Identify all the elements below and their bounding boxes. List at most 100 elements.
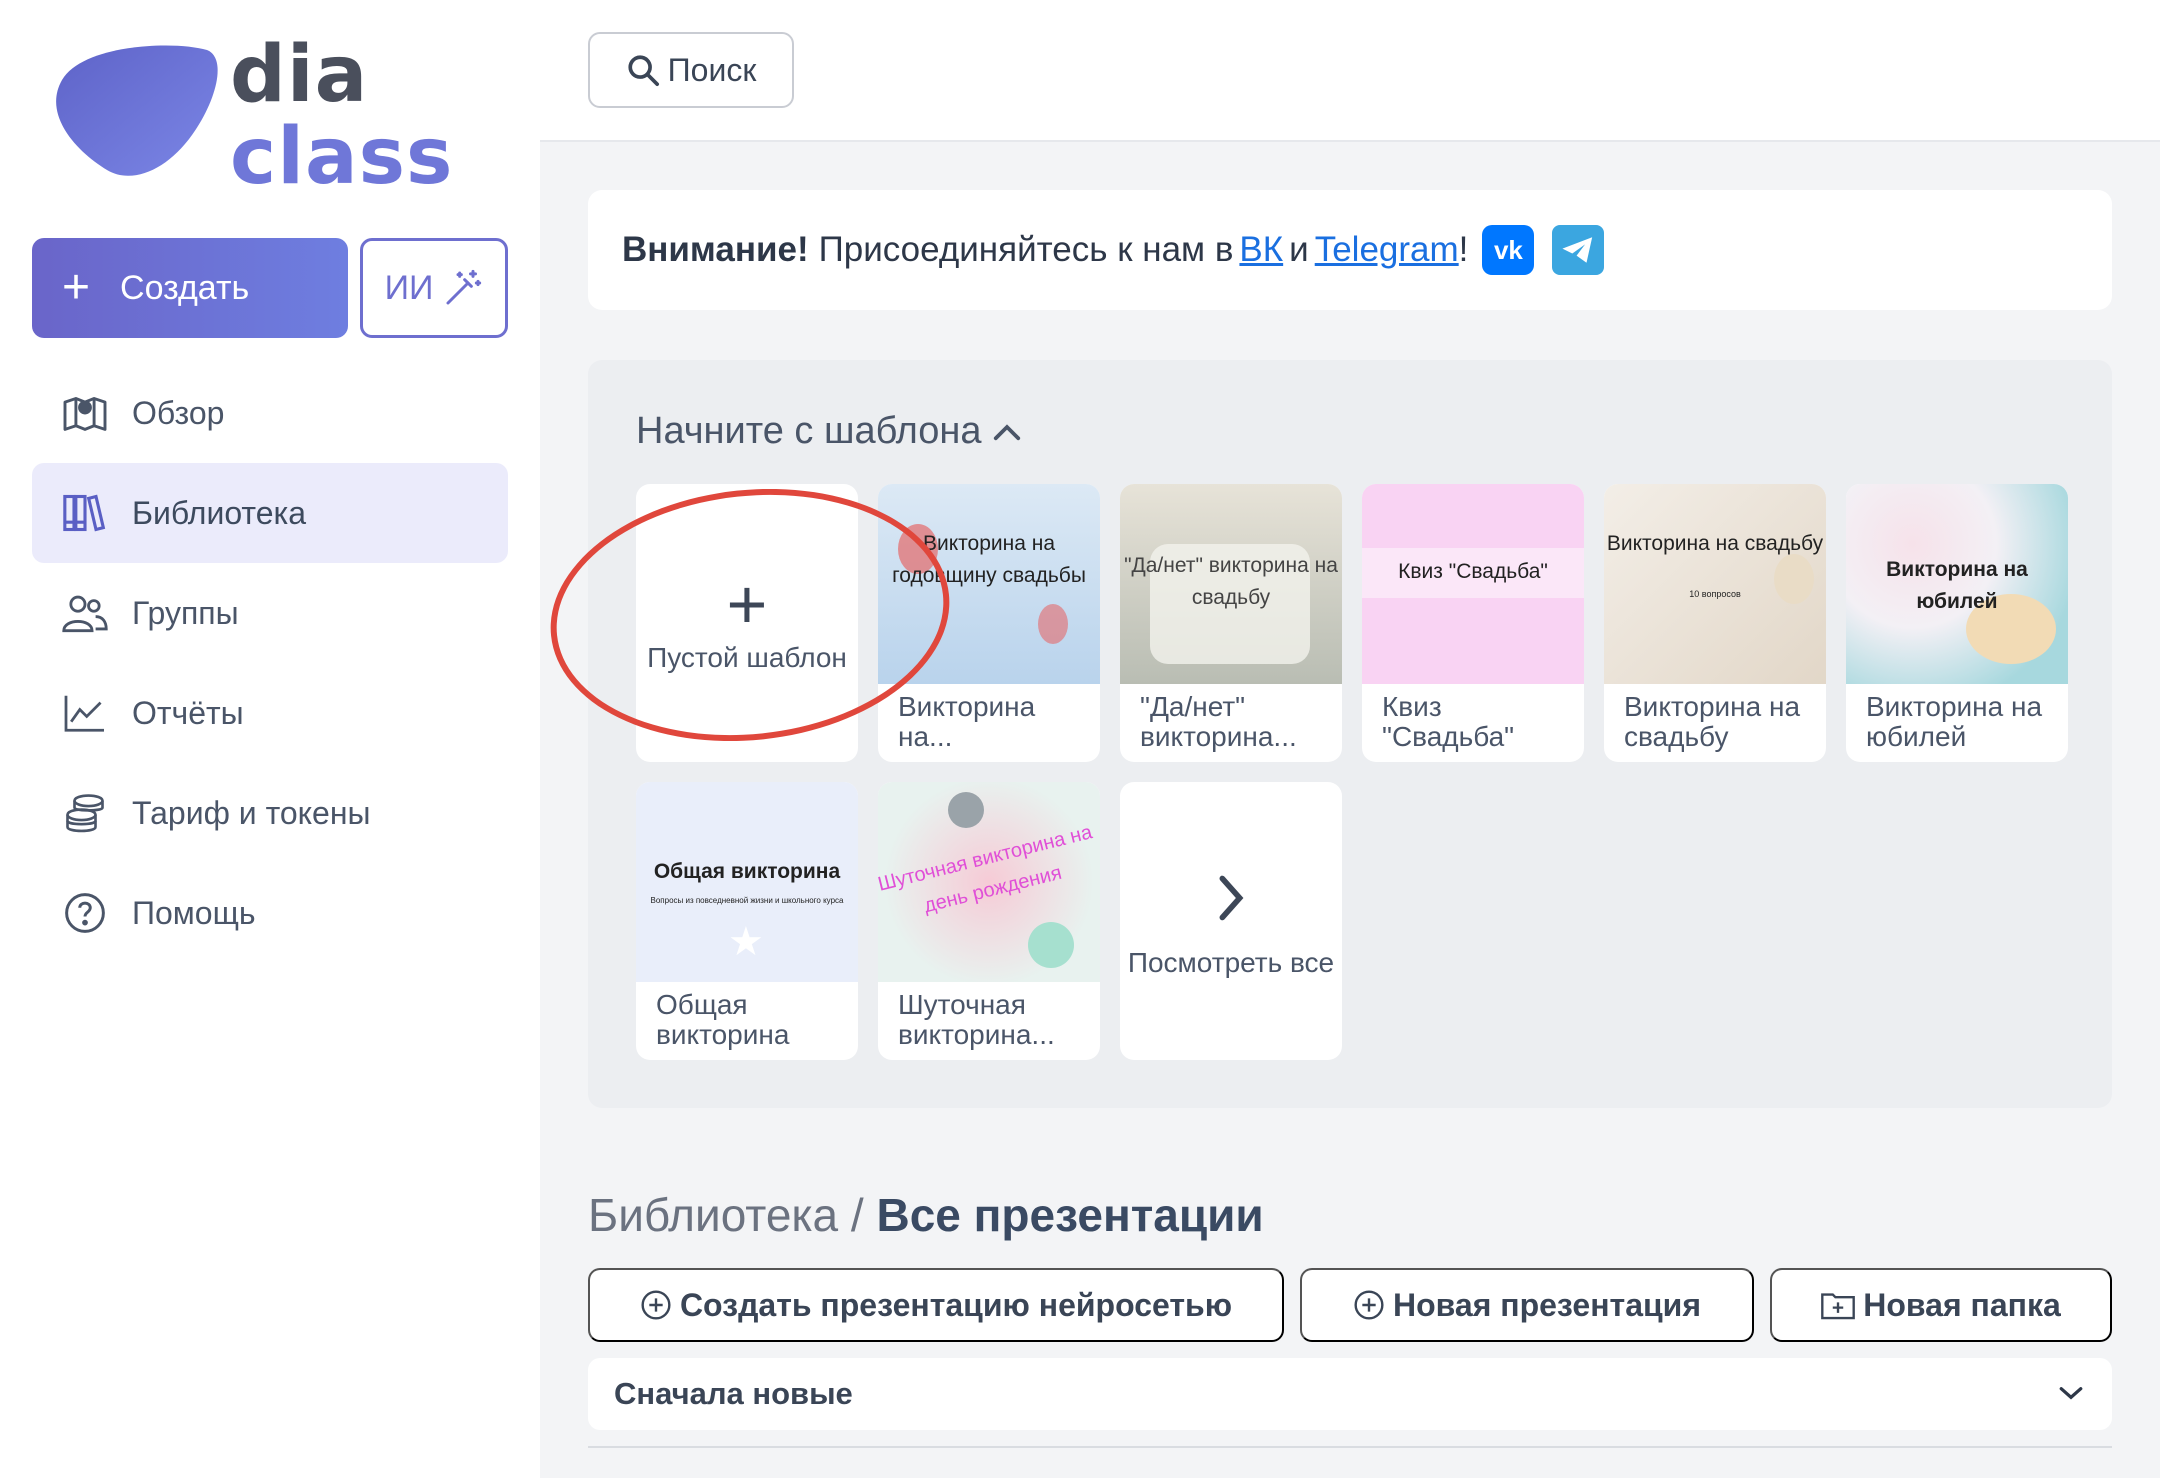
- folder-plus-icon: [1821, 1293, 1856, 1320]
- plus-icon: +: [62, 261, 91, 314]
- library-icon: [62, 490, 108, 536]
- sidebar-item-help[interactable]: Помощь: [32, 863, 508, 963]
- create-ai-presentation-label: Создать презентацию нейросетью: [679, 1286, 1233, 1323]
- search-button-label: Поиск: [667, 51, 757, 88]
- help-icon: [62, 890, 108, 936]
- template-caption: Шуточная викторина...: [898, 989, 1055, 1050]
- sidebar-item-overview[interactable]: Обзор: [32, 363, 508, 463]
- template-caption: Квиз "Свадьба": [1382, 691, 1515, 752]
- template-card[interactable]: Квиз "Свадьба" Квиз "Свадьба": [1362, 484, 1584, 762]
- create-button[interactable]: + Создать: [32, 238, 348, 338]
- template-card[interactable]: Общая викторина Вопросы из повседневной …: [636, 782, 858, 1060]
- plus-circle-icon: [1354, 1290, 1384, 1320]
- template-card[interactable]: "Да/нет" викторина на свадьбу "Да/нет" в…: [1120, 484, 1342, 762]
- plus-icon: +: [726, 565, 768, 643]
- template-thumbnail: Викторина на юбилей: [1846, 484, 2068, 684]
- template-card[interactable]: Шуточная викторина на день рождения Шуто…: [878, 782, 1100, 1060]
- templates-heading[interactable]: Начните с шаблона: [636, 410, 1022, 453]
- coins-icon: [62, 790, 108, 836]
- template-thumb-text: Общая викторина: [653, 860, 841, 883]
- template-card[interactable]: Викторина на свадьбу 10 вопросов Виктори…: [1604, 484, 1826, 762]
- template-thumb-text: Викторина на годовщину свадьбы: [892, 532, 1086, 587]
- new-presentation-label: Новая презентация: [1392, 1286, 1702, 1323]
- telegram-link[interactable]: Telegram: [1315, 230, 1459, 270]
- sidebar-item-tariff[interactable]: Тариф и токены: [32, 763, 508, 863]
- template-thumbnail: Общая викторина Вопросы из повседневной …: [636, 782, 858, 982]
- logo[interactable]: dia class: [52, 30, 452, 196]
- plus-circle-icon: [641, 1290, 671, 1320]
- template-caption: Общая викторина: [656, 989, 790, 1050]
- new-presentation-button[interactable]: Новая презентация: [1300, 1268, 1754, 1342]
- template-thumbnail: Квиз "Свадьба": [1362, 484, 1584, 684]
- template-card[interactable]: Викторина на юбилей Викторина на юбилей: [1846, 484, 2068, 762]
- template-thumbnail: Викторина на годовщину свадьбы: [878, 484, 1100, 684]
- telegram-icon[interactable]: [1552, 225, 1605, 275]
- new-folder-button[interactable]: Новая папка: [1770, 1268, 2112, 1342]
- chevron-up-icon: [993, 423, 1020, 440]
- template-thumb-subtext: 10 вопросов: [1689, 589, 1741, 599]
- library-title: Библиотека / Все презентации: [588, 1188, 1264, 1242]
- template-thumb-text: Викторина на свадьбу: [1606, 532, 1824, 555]
- chart-icon: [62, 690, 108, 736]
- vk-link[interactable]: ВК: [1239, 230, 1283, 270]
- sidebar-item-groups[interactable]: Группы: [32, 563, 508, 663]
- sidebar-item-label: Библиотека: [132, 494, 306, 531]
- ai-button-label: ИИ: [384, 268, 434, 307]
- sidebar-item-label: Группы: [132, 594, 239, 631]
- new-folder-label: Новая папка: [1863, 1286, 2061, 1323]
- template-empty-label: Пустой шаблон: [647, 642, 847, 673]
- template-caption: Викторина на...: [898, 691, 1036, 752]
- top-bar: Поиск: [540, 0, 2160, 142]
- view-all-label: Посмотреть все: [1127, 947, 1335, 978]
- notice-end: !: [1458, 230, 1469, 269]
- map-icon: [62, 390, 108, 436]
- notice-bold: Внимание!: [622, 230, 809, 269]
- templates-panel: Начните с шаблона + Пустой шаблон Виктор…: [588, 360, 2112, 1108]
- magic-wand-icon: [446, 269, 482, 305]
- sidebar-item-label: Тариф и токены: [132, 794, 371, 831]
- template-thumb-text: Шуточная викторина на день рождения: [878, 821, 1095, 918]
- notice-and: и: [1289, 230, 1309, 269]
- chevron-right-icon: [1219, 875, 1244, 921]
- logo-text-dia: dia: [230, 30, 369, 120]
- sidebar-item-reports[interactable]: Отчёты: [32, 663, 508, 763]
- notice-text: Присоединяйтесь к нам в: [818, 230, 1234, 269]
- star-icon: ★: [728, 920, 764, 964]
- template-caption: Викторина на свадьбу: [1624, 691, 1801, 752]
- logo-blob-icon: [56, 45, 218, 176]
- sidebar-nav: Обзор Библиотека Группы Отчёты Тариф и т…: [32, 363, 508, 963]
- template-thumbnail: "Да/нет" викторина на свадьбу: [1120, 484, 1342, 684]
- search-button[interactable]: Поиск: [588, 32, 794, 108]
- sidebar: dia class + Создать ИИ Обзор Библиотека: [0, 0, 540, 1478]
- sidebar-item-label: Обзор: [132, 394, 225, 431]
- logo-text-class: class: [230, 112, 454, 202]
- notice-banner: Внимание! Присоединяйтесь к нам в ВК и T…: [588, 190, 2112, 310]
- chevron-down-icon: [2059, 1387, 2083, 1400]
- template-thumbnail: Викторина на свадьбу 10 вопросов: [1604, 484, 1826, 684]
- sidebar-item-library[interactable]: Библиотека: [32, 463, 508, 563]
- template-thumb-text: Квиз "Свадьба": [1398, 560, 1548, 583]
- template-card-empty[interactable]: + Пустой шаблон: [636, 484, 858, 762]
- sidebar-item-label: Помощь: [132, 894, 256, 931]
- template-thumb-text: Викторина на юбилей: [1886, 558, 2028, 613]
- ai-button[interactable]: ИИ: [360, 238, 508, 338]
- users-icon: [62, 590, 108, 636]
- library-heading: Все презентации: [876, 1189, 1264, 1241]
- search-icon: [628, 55, 659, 87]
- template-caption: Викторина на юбилей: [1866, 691, 2043, 752]
- template-thumb-text: "Да/нет" викторина на свадьбу: [1124, 554, 1338, 609]
- template-thumb-subtext: Вопросы из повседневной жизни и школьног…: [650, 896, 844, 905]
- library-breadcrumb[interactable]: Библиотека /: [588, 1189, 864, 1241]
- create-button-label: Создать: [120, 268, 250, 307]
- create-ai-presentation-button[interactable]: Создать презентацию нейросетью: [588, 1268, 1284, 1342]
- view-all-templates-card[interactable]: Посмотреть все: [1120, 782, 1342, 1060]
- sort-dropdown-value: Сначала новые: [614, 1376, 853, 1411]
- vk-icon[interactable]: vk: [1482, 225, 1535, 275]
- divider: [588, 1446, 2112, 1448]
- template-card[interactable]: Викторина на годовщину свадьбы Викторина…: [878, 484, 1100, 762]
- sort-dropdown[interactable]: Сначала новые: [588, 1358, 2112, 1430]
- template-caption: "Да/нет" викторина...: [1140, 691, 1297, 752]
- sidebar-item-label: Отчёты: [132, 694, 244, 731]
- template-thumbnail: Шуточная викторина на день рождения: [878, 782, 1100, 982]
- templates-heading-label: Начните с шаблона: [636, 410, 982, 452]
